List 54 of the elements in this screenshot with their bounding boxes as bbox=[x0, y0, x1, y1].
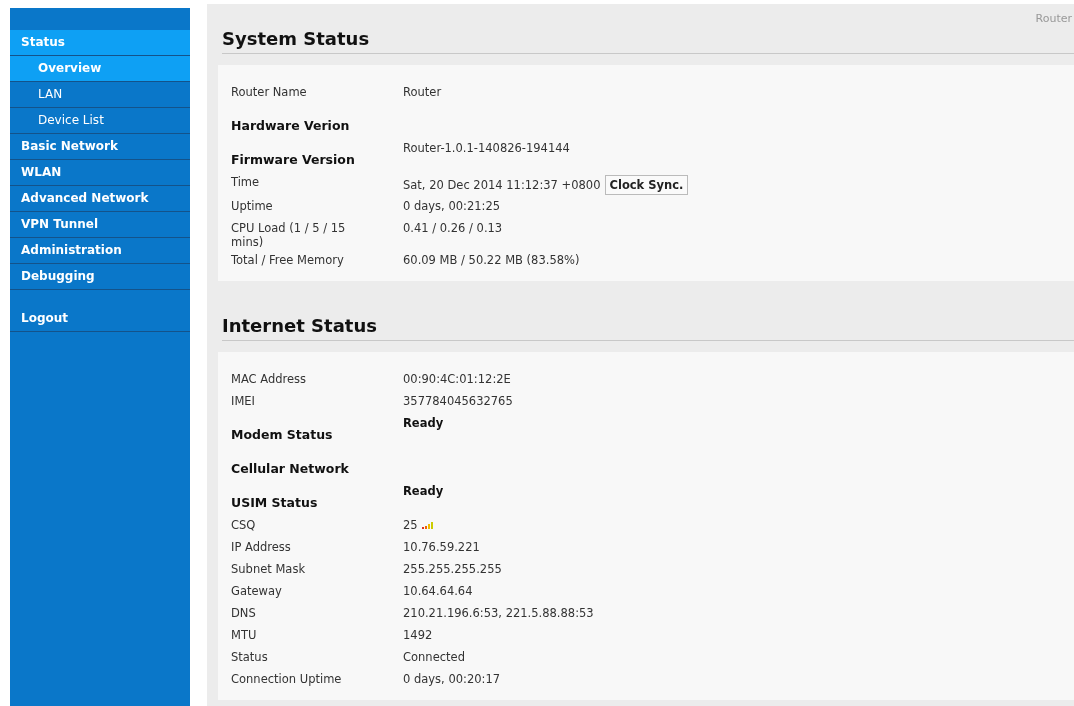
field-label: MAC Address bbox=[231, 371, 308, 386]
field-label: Connection Uptime bbox=[231, 671, 343, 686]
field-value: 357784045632765 bbox=[403, 394, 513, 408]
sidebar-item[interactable]: Administration bbox=[10, 238, 190, 264]
sidebar-item[interactable]: Basic Network bbox=[10, 134, 190, 160]
field-value: 255.255.255.255 bbox=[403, 562, 502, 576]
field-label: IP Address bbox=[231, 539, 292, 554]
field-value: 10.76.59.221 bbox=[403, 540, 480, 554]
field-value: 0.41 / 0.26 / 0.13 bbox=[403, 221, 503, 235]
field-label: Firmware Version bbox=[231, 151, 356, 167]
field-label: Uptime bbox=[231, 198, 274, 213]
field-label: DNS bbox=[231, 605, 257, 620]
field-value: Connected bbox=[403, 650, 465, 664]
field-label: CPU Load (1 / 5 / 15 mins) bbox=[231, 220, 347, 249]
field-value: Ready bbox=[403, 416, 444, 430]
field-label: USIM Status bbox=[231, 494, 319, 510]
field-label: Subnet Mask bbox=[231, 561, 307, 576]
field-label: Router Name bbox=[231, 84, 308, 99]
field-value: 00:90:4C:01:12:2E bbox=[403, 372, 511, 386]
field-label: Time bbox=[231, 174, 261, 189]
sidebar-item[interactable]: VPN Tunnel bbox=[10, 212, 190, 238]
sidebar-item[interactable]: LAN bbox=[10, 82, 190, 108]
field-label: Hardware Verion bbox=[231, 117, 351, 133]
field-value: 1492 bbox=[403, 628, 433, 642]
field-label: IMEI bbox=[231, 393, 256, 408]
field-value: Router-1.0.1-140826-194144 bbox=[403, 141, 570, 155]
sidebar-item[interactable]: Status bbox=[10, 30, 190, 56]
field-label: CSQ bbox=[231, 517, 257, 532]
sidebar-item[interactable]: Overview bbox=[10, 56, 190, 82]
field-label: Modem Status bbox=[231, 426, 334, 442]
sidebar-item[interactable]: Logout bbox=[10, 306, 190, 332]
field-label: Total / Free Memory bbox=[231, 252, 345, 267]
field-value: Sat, 20 Dec 2014 11:12:37 +0800 bbox=[403, 178, 601, 192]
field-value: 10.64.64.64 bbox=[403, 584, 473, 598]
section-title: Internet Status bbox=[222, 315, 1074, 341]
sidebar-item[interactable]: Advanced Network bbox=[10, 186, 190, 212]
signal-bars-icon bbox=[421, 521, 435, 529]
field-value: Ready bbox=[403, 484, 444, 498]
sidebar-item[interactable]: Debugging bbox=[10, 264, 190, 290]
field-label: Status bbox=[231, 649, 269, 664]
sidebar-item[interactable]: WLAN bbox=[10, 160, 190, 186]
field-value: Router bbox=[403, 85, 442, 99]
sidebar-item[interactable]: Device List bbox=[10, 108, 190, 134]
field-value: 0 days, 00:21:25 bbox=[403, 199, 501, 213]
breadcrumb: Router bbox=[1035, 12, 1072, 25]
clock-sync-button[interactable]: Clock Sync. bbox=[604, 175, 689, 195]
field-label: Gateway bbox=[231, 583, 283, 598]
field-label: MTU bbox=[231, 627, 258, 642]
field-value: 60.09 MB / 50.22 MB (83.58%) bbox=[403, 253, 580, 267]
section-title: System Status bbox=[222, 28, 1074, 54]
field-value: 25 bbox=[403, 518, 418, 532]
field-value: 210.21.196.6:53, 221.5.88.88:53 bbox=[403, 606, 594, 620]
field-label: Cellular Network bbox=[231, 460, 350, 476]
field-value: 0 days, 00:20:17 bbox=[403, 672, 501, 686]
